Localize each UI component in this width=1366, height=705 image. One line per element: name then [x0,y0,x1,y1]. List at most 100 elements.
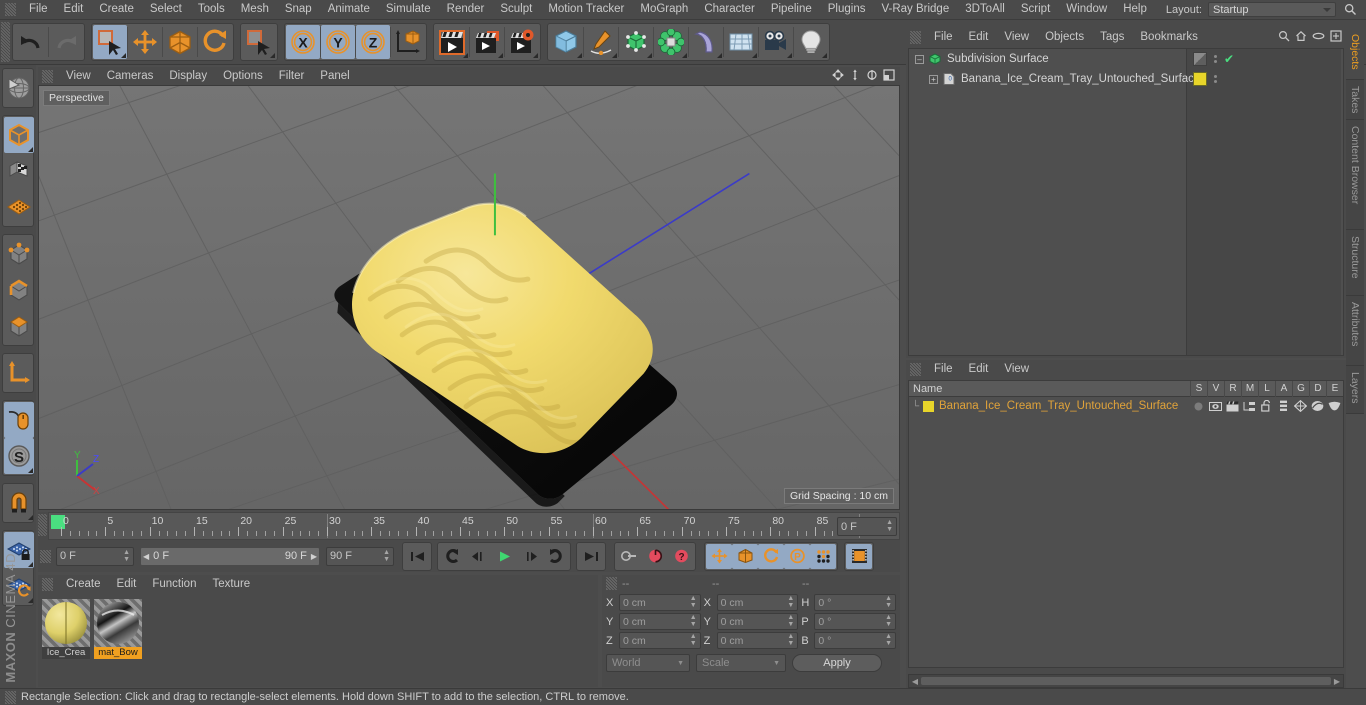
perspective-viewport[interactable]: Perspective Y Z X Grid Spacing: 10 cm [38,85,900,510]
texture-mode-button[interactable] [4,153,34,189]
material-tag[interactable] [1193,72,1207,86]
current-frame-field[interactable]: 0 F ▲ ▼ [56,546,134,566]
material-item[interactable]: mat_Bow [94,599,142,681]
add-cube-object-button[interactable] [549,25,583,59]
magnifier-icon[interactable] [1278,30,1290,45]
status-grip[interactable] [5,690,16,704]
layer-menu-file[interactable]: File [926,360,961,379]
object-manager-grip[interactable] [910,30,921,44]
viewport-menu-options[interactable]: Options [215,67,271,86]
coordinate-system-select[interactable]: World ▼ [606,654,690,672]
viewport-menu-cameras[interactable]: Cameras [99,67,162,86]
menu-edit[interactable]: Edit [56,0,92,19]
material-menu-function[interactable]: Function [144,575,204,594]
max-frame-field[interactable]: 90 F ▲ ▼ [326,546,394,566]
rotate-tool[interactable] [198,25,232,59]
soft-selection-button[interactable]: S [4,438,34,474]
record-scale-button[interactable] [732,543,758,569]
undo-button[interactable] [14,25,48,59]
rotate-view-icon[interactable] [865,68,879,82]
preview-range-bar[interactable]: ◀ 0 F 90 F ▶ [140,546,320,566]
coordinate-pos-field[interactable]: 0 cm ▲ ▼ [619,594,701,611]
layer-column-V[interactable]: V [1207,381,1224,397]
manager-icon[interactable] [1241,401,1258,412]
layer-column-M[interactable]: M [1241,381,1258,397]
coordinate-rot-field[interactable]: 0 ° ▲ ▼ [814,594,897,611]
layer-column-R[interactable]: R [1224,381,1241,397]
add-scene-object-button[interactable] [724,25,758,59]
lock-x-axis-button[interactable]: X [286,25,320,59]
pan-icon[interactable] [831,68,845,82]
menu-simulate[interactable]: Simulate [378,0,439,19]
viewport-menu-panel[interactable]: Panel [312,67,357,86]
viewport-render-region-button[interactable] [4,70,34,106]
menu-motion-tracker[interactable]: Motion Tracker [540,0,632,19]
menu-grip[interactable] [5,3,16,16]
object-row[interactable]: +0 Banana_Ice_Cream_Tray_Untouched_Surfac… [909,69,1343,89]
menu-render[interactable]: Render [439,0,493,19]
go-to-start-button[interactable] [404,544,430,569]
layer-horizontal-scrollbar[interactable]: ◀ ▶ [908,674,1344,688]
tab-objects[interactable]: Objects [1346,28,1364,80]
menu-help[interactable]: Help [1115,0,1155,19]
stepper-icon[interactable]: ▲ ▼ [885,633,892,647]
stepper-icon[interactable]: ▲ ▼ [690,614,697,628]
stepper-icon[interactable]: ▲ ▼ [787,633,794,647]
stepper-icon[interactable]: ▲ ▼ [690,595,697,609]
object-menu-file[interactable]: File [926,28,961,47]
animation-icon[interactable] [1275,400,1292,412]
menu-file[interactable]: File [21,0,56,19]
menu-select[interactable]: Select [142,0,190,19]
add-mograph-button[interactable] [654,25,688,59]
visibility-dots[interactable] [1213,55,1217,63]
menu-sculpt[interactable]: Sculpt [492,0,540,19]
layer-table[interactable]: Name SVRMLAGDE └ Banana_Ice_Cream_Tray_Un… [908,380,1344,668]
timeline-frame-field[interactable]: 0 F ▲ ▼ [837,517,897,536]
coordinate-rot-field[interactable]: 0 ° ▲ ▼ [814,613,897,630]
autokeying-button[interactable] [642,544,668,569]
apply-button[interactable]: Apply [792,654,882,672]
stepper-icon[interactable]: ▲ ▼ [383,549,390,563]
menu-create[interactable]: Create [91,0,142,19]
object-menu-tags[interactable]: Tags [1092,28,1132,47]
timeline-track[interactable]: 0510152025303540455055606570758085900 F▲… [48,512,900,540]
object-menu-bookmarks[interactable]: Bookmarks [1132,28,1206,47]
maximize-view-icon[interactable] [882,68,896,82]
render-view-button[interactable] [435,25,469,59]
toolbar-grip[interactable] [1,22,10,62]
tab-attributes[interactable]: Attributes [1346,296,1364,366]
deformer-icon[interactable] [1309,400,1326,412]
go-to-end-button[interactable] [578,544,604,569]
menu-mesh[interactable]: Mesh [233,0,277,19]
scrollbar-thumb[interactable] [921,677,1331,685]
material-preview[interactable] [42,599,90,647]
rectangle-selection-tool[interactable] [242,25,276,59]
render-to-picture-viewer-button[interactable] [470,25,504,59]
material-menu-edit[interactable]: Edit [109,575,145,594]
record-pla-button[interactable] [810,543,836,569]
add-camera-button[interactable] [759,25,793,59]
object-menu-edit[interactable]: Edit [961,28,997,47]
menu-3dtoall[interactable]: 3DToAll [957,0,1013,19]
layout-dropdown[interactable]: Startup [1208,2,1336,17]
workplane-mode-button[interactable] [4,189,34,225]
stepper-icon[interactable]: ▲ ▼ [886,519,893,533]
stepper-icon[interactable]: ▲ ▼ [885,595,892,609]
scroll-right-arrow-icon[interactable]: ▶ [1331,677,1343,686]
add-light-button[interactable] [794,25,828,59]
play-button[interactable] [491,544,517,569]
range-right-arrow-icon[interactable]: ▶ [311,552,317,561]
material-preview[interactable] [94,599,142,647]
layer-menu-view[interactable]: View [996,360,1037,379]
menu-plugins[interactable]: Plugins [820,0,874,19]
coordinate-size-field[interactable]: 0 cm ▲ ▼ [716,594,799,611]
menu-mograph[interactable]: MoGraph [632,0,696,19]
material-name[interactable]: Ice_Crea [42,647,90,659]
object-tree[interactable]: – Subdivision Surface ✔ +0 Banana_Ice_Cream_… [908,48,1344,356]
viewport-menu-display[interactable]: Display [161,67,215,86]
layer-manager-grip[interactable] [910,362,921,376]
add-generator-button[interactable] [619,25,653,59]
menu-script[interactable]: Script [1013,0,1058,19]
dolly-icon[interactable] [848,68,862,82]
search-icon[interactable] [1340,1,1360,19]
